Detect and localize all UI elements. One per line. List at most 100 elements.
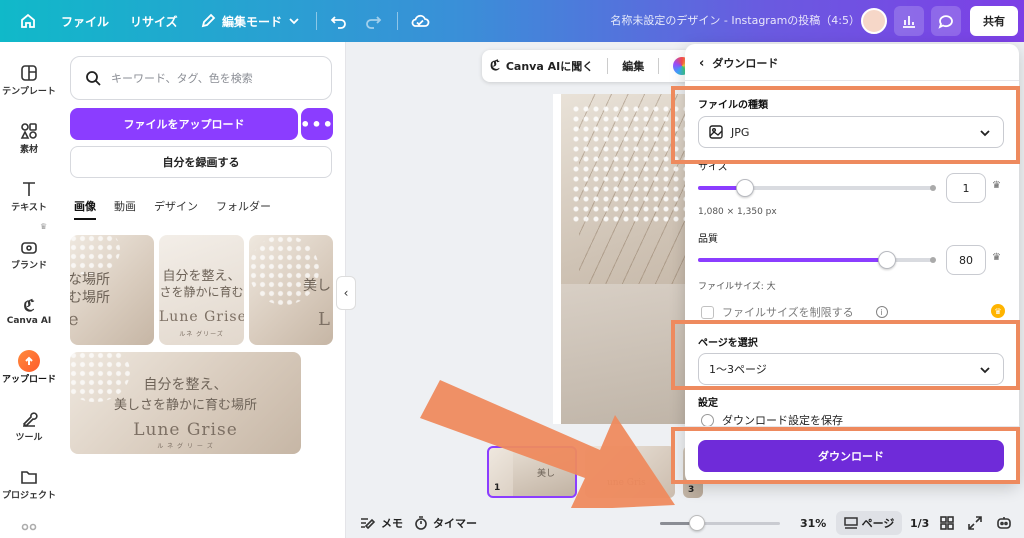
size-slider[interactable]: [698, 179, 936, 197]
flower-petals: [571, 104, 691, 224]
page-number: 3: [688, 485, 695, 495]
thumbnail-brand: Lune Grise: [133, 420, 238, 440]
assistant-button[interactable]: [996, 508, 1012, 538]
download-header[interactable]: ‹ ダウンロード: [699, 52, 778, 74]
dimensions-text: 1,080 × 1,350 px: [698, 207, 777, 217]
tab-images[interactable]: 画像: [74, 198, 96, 220]
thumbnail-text: 美し: [303, 278, 331, 294]
comment-icon: [938, 15, 953, 29]
search-input[interactable]: [111, 71, 311, 85]
thumbnail-subtext: ル ネ グ リ ー ズ: [157, 443, 214, 450]
tab-designs[interactable]: デザイン: [154, 198, 198, 220]
upload-icon: [18, 350, 40, 372]
upload-files-button[interactable]: ファイルをアップロード: [70, 108, 298, 140]
record-yourself-button[interactable]: 自分を録画する: [70, 146, 332, 178]
insights-button[interactable]: [894, 6, 924, 36]
image-thumbnail[interactable]: な場所 む場所 e: [70, 235, 154, 345]
image-thumbnail[interactable]: 自分を整え、 さを静かに育む Lune Grise ルネ グリーズ: [159, 235, 244, 345]
share-button[interactable]: 共有: [970, 6, 1018, 36]
chevron-down-icon: [980, 367, 990, 374]
size-input[interactable]: 1: [946, 173, 986, 203]
fullscreen-button[interactable]: [968, 508, 982, 538]
comments-button[interactable]: [931, 6, 961, 36]
rail-item-apps[interactable]: [0, 520, 58, 538]
quality-slider-handle[interactable]: [877, 251, 896, 269]
edit-mode-dropdown[interactable]: 編集モード: [200, 0, 300, 42]
rail-item-projects[interactable]: プロジェクト: [0, 466, 58, 501]
rail-item-label: プロジェクト: [1, 491, 56, 501]
rail-item-tools[interactable]: ツール: [0, 408, 58, 443]
home-button[interactable]: [20, 0, 36, 42]
undo-button[interactable]: [330, 0, 348, 42]
tools-icon: [22, 412, 38, 428]
rail-item-label: ブランド: [10, 261, 47, 271]
file-type-select[interactable]: JPG: [698, 116, 1004, 148]
image-thumbnail[interactable]: 美し L: [249, 235, 333, 345]
rail-item-brand[interactable]: ブランド ♛: [0, 222, 58, 271]
thumbnail-text: さを静かに育む: [159, 285, 244, 299]
slider-end-dot: [930, 185, 936, 191]
ask-canva-ai-button[interactable]: Canva AIに聞く: [506, 58, 593, 74]
page-select-value: 1〜3ページ: [709, 363, 767, 376]
document-title[interactable]: 名称未設定のデザイン - Instagramの投稿（4:5）: [560, 0, 860, 42]
quality-label: 品質: [698, 234, 718, 245]
download-button[interactable]: ダウンロード: [698, 440, 1004, 472]
crown-icon: ♛: [992, 252, 1001, 263]
avatar[interactable]: [861, 8, 887, 34]
search-box[interactable]: [70, 56, 332, 100]
redo-icon: [366, 16, 382, 29]
settings-label: 設定: [698, 398, 718, 409]
chevron-left-icon: ‹: [343, 286, 349, 300]
thumbnail-text: む場所: [70, 290, 110, 306]
rail-item-templates[interactable]: テンプレート: [0, 62, 58, 97]
file-menu[interactable]: ファイル: [61, 0, 109, 42]
premium-crown-icon: ♛: [991, 304, 1005, 318]
rail-item-label: Canva AI: [6, 316, 52, 326]
page-thumbnail-1[interactable]: 美し 1: [487, 446, 577, 498]
crown-icon: ♛: [992, 180, 1001, 191]
tab-videos[interactable]: 動画: [114, 198, 136, 220]
thumbnail-brand: e: [70, 309, 80, 330]
quality-slider[interactable]: [698, 251, 936, 269]
checkbox[interactable]: [701, 305, 714, 319]
tab-folders[interactable]: フォルダー: [216, 198, 271, 220]
more-options-button[interactable]: •••: [300, 108, 333, 140]
pages-button[interactable]: ページ: [836, 511, 902, 535]
thumbnail-subtext: ルネ グリーズ: [179, 331, 224, 338]
zoom-slider-handle[interactable]: [689, 515, 706, 531]
page-caption: une Gris: [607, 478, 646, 488]
uploads-panel: ファイルをアップロード ••• 自分を録画する 画像 動画 デザイン フォルダー…: [58, 42, 346, 538]
home-icon: [21, 13, 35, 28]
image-icon: [709, 125, 723, 139]
edit-button[interactable]: 編集: [622, 58, 644, 74]
quality-slider-fill: [698, 258, 887, 262]
page-select-dropdown[interactable]: 1〜3ページ: [698, 353, 1004, 385]
resize-menu[interactable]: リサイズ: [130, 0, 178, 42]
info-icon[interactable]: i: [875, 306, 888, 318]
checkbox[interactable]: [701, 413, 714, 427]
cloud-save-status[interactable]: [410, 0, 430, 42]
redo-button[interactable]: [364, 0, 382, 42]
image-thumbnail[interactable]: 自分を整え、 美しさを静かに育む場所 Lune Grise ル ネ グ リ ー …: [70, 352, 301, 454]
timer-button[interactable]: タイマー: [414, 508, 477, 538]
page-thumbnail-2[interactable]: une Gris: [585, 446, 675, 498]
design-page[interactable]: [553, 94, 703, 424]
zoom-level[interactable]: 31%: [800, 508, 826, 538]
thumbnail-brand: L: [318, 309, 331, 330]
grid-view-button[interactable]: [940, 508, 954, 538]
rail-item-text[interactable]: テキスト: [0, 178, 58, 213]
timer-label: タイマー: [433, 517, 477, 530]
size-slider-handle[interactable]: [736, 179, 755, 197]
quality-input[interactable]: 80: [946, 245, 986, 275]
rail-item-elements[interactable]: 素材: [0, 120, 58, 155]
thumbnail-text: 自分を整え、: [162, 269, 241, 284]
canva-ai-icon: ℭ: [23, 295, 35, 315]
collapse-panel-button[interactable]: ‹: [336, 276, 356, 310]
rail-item-canva-ai[interactable]: ℭ Canva AI: [0, 294, 58, 327]
zoom-slider[interactable]: [660, 515, 780, 531]
timer-icon: [415, 516, 427, 530]
file-type-label: ファイルの種類: [698, 100, 768, 111]
notes-button[interactable]: メモ: [360, 508, 403, 538]
rail-item-uploads[interactable]: アップロード: [0, 350, 58, 385]
limit-file-size-checkbox[interactable]: ファイルサイズを制限する i: [701, 304, 888, 320]
